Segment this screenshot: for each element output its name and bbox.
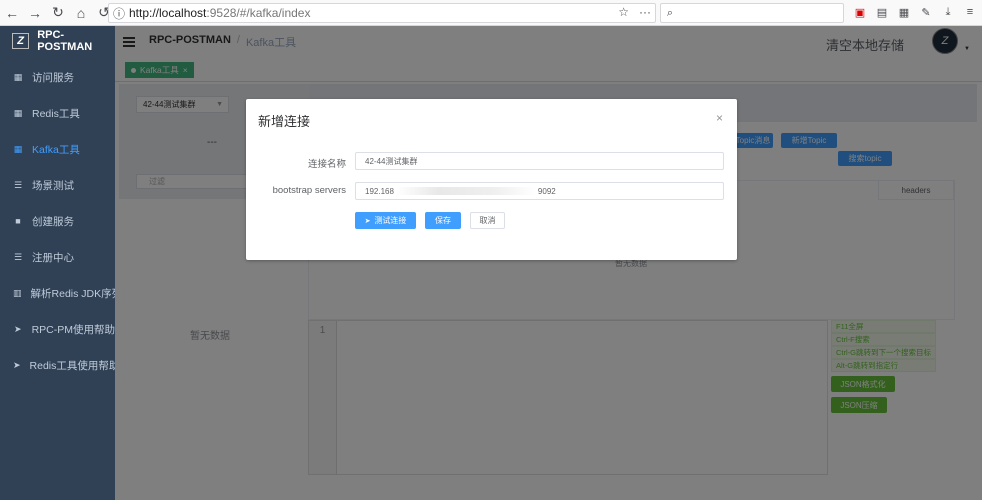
send-icon: ➤ [14, 323, 22, 334]
sidebar-item-label: RPC-PM使用帮助 [31, 323, 115, 336]
save-button[interactable]: 保存 [425, 212, 461, 229]
bookmark-star-icon[interactable]: ☆ [618, 5, 629, 19]
save-label: 保存 [435, 216, 451, 225]
sidebar-item-label: 注册中心 [32, 251, 74, 264]
redacted-address [395, 187, 536, 195]
bootstrap-servers-value-start: 192.168 [365, 186, 394, 196]
book-icon: ▥ [13, 287, 22, 298]
home-icon[interactable]: ⌂ [70, 2, 92, 24]
grid-icon: ▦ [13, 143, 23, 154]
app-logo: Z RPC-POSTMAN [0, 26, 115, 56]
sidebar-item-label: Redis工具 [32, 107, 80, 120]
list-icon: ☰ [13, 251, 23, 262]
reload-icon[interactable]: ↻ [47, 2, 69, 24]
send-icon: ➤ [364, 217, 371, 225]
list-icon: ☰ [13, 179, 23, 190]
reader-icon[interactable]: ✎ [918, 4, 934, 20]
logo-text: RPC-POSTMAN [37, 29, 93, 53]
sidebar-item-label: Redis工具使用帮助 [29, 359, 115, 372]
back-icon[interactable]: ← [1, 2, 23, 24]
pdf-extension-icon[interactable]: ▣ [852, 4, 868, 20]
connection-name-label: 连接名称 [307, 159, 346, 170]
download-icon[interactable]: ⤓ [940, 4, 956, 20]
browser-search-bar[interactable]: ⌕ [660, 3, 844, 23]
sidebar-item-label: 解析Redis JDK序列化 [30, 287, 115, 300]
more-icon[interactable]: ··· [639, 5, 651, 19]
sidebar-item-scenario-test[interactable]: ☰ 场景测试 [0, 167, 115, 203]
sidebar-item-create-service[interactable]: ■ 创建服务 [0, 203, 115, 239]
url-bar[interactable]: ⓘ http://localhost:9528/#/kafka/index ☆ … [108, 3, 656, 23]
bootstrap-servers-value-end: 9092 [537, 186, 556, 196]
grid-icon: ▦ [13, 107, 23, 118]
page-info-icon[interactable]: ⓘ [109, 5, 129, 22]
forward-icon[interactable]: → [24, 2, 46, 24]
sidebar-item-rpc-help[interactable]: ➤ RPC-PM使用帮助 [0, 311, 115, 347]
folder-icon: ■ [15, 216, 21, 226]
close-icon[interactable]: × [716, 111, 723, 125]
sidebar-item-registry[interactable]: ☰ 注册中心 [0, 239, 115, 275]
sidebar-item-label: Kafka工具 [32, 143, 80, 156]
url-host: http://localhost [129, 6, 207, 20]
bootstrap-servers-input[interactable]: 192.168 9092 [355, 182, 724, 200]
menu-icon[interactable]: ≡ [962, 4, 978, 20]
cancel-label: 取消 [479, 216, 496, 225]
sidebar: Z RPC-POSTMAN ▦ 访问服务 ▦ Redis工具 ▦ Kafka工具… [0, 26, 115, 500]
connection-name-value: 42-44测试集群 [365, 156, 418, 166]
modal-overlay[interactable] [115, 26, 982, 500]
bootstrap-servers-label: bootstrap servers [272, 185, 346, 196]
grid-icon: ▦ [13, 71, 23, 82]
sidebar-item-label: 创建服务 [32, 215, 74, 228]
sidebar-item-redis-help[interactable]: ➤ Redis工具使用帮助 [0, 347, 115, 383]
sidebar-item-redis-tool[interactable]: ▦ Redis工具 [0, 95, 115, 131]
sidebar-item-redis-jdk[interactable]: ▥ 解析Redis JDK序列化 [0, 275, 115, 311]
test-connection-button[interactable]: ➤ 测试连接 [355, 212, 416, 229]
cancel-button[interactable]: 取消 [470, 212, 505, 229]
sidebar-item-visit-service[interactable]: ▦ 访问服务 [0, 59, 115, 95]
dialog-title: 新增连接 [258, 114, 311, 129]
logo-icon: Z [12, 33, 30, 49]
send-icon: ➤ [13, 359, 21, 370]
sidebar-item-kafka-tool[interactable]: ▦ Kafka工具 [0, 131, 115, 167]
search-icon: ⌕ [666, 6, 674, 19]
new-connection-dialog: 新增连接 × 连接名称 42-44测试集群 bootstrap servers … [246, 99, 737, 260]
url-path: :9528/#/kafka/index [206, 6, 311, 20]
connection-name-input[interactable]: 42-44测试集群 [355, 152, 724, 170]
apps-icon[interactable]: ▦ [896, 4, 912, 20]
sidebar-item-label: 场景测试 [32, 179, 74, 192]
browser-toolbar: ← → ↻ ⌂ ↺ ⓘ http://localhost:9528/#/kafk… [0, 0, 982, 26]
extension-icon[interactable]: ▤ [874, 4, 890, 20]
sidebar-item-label: 访问服务 [32, 71, 74, 84]
test-connection-label: 测试连接 [374, 216, 407, 225]
